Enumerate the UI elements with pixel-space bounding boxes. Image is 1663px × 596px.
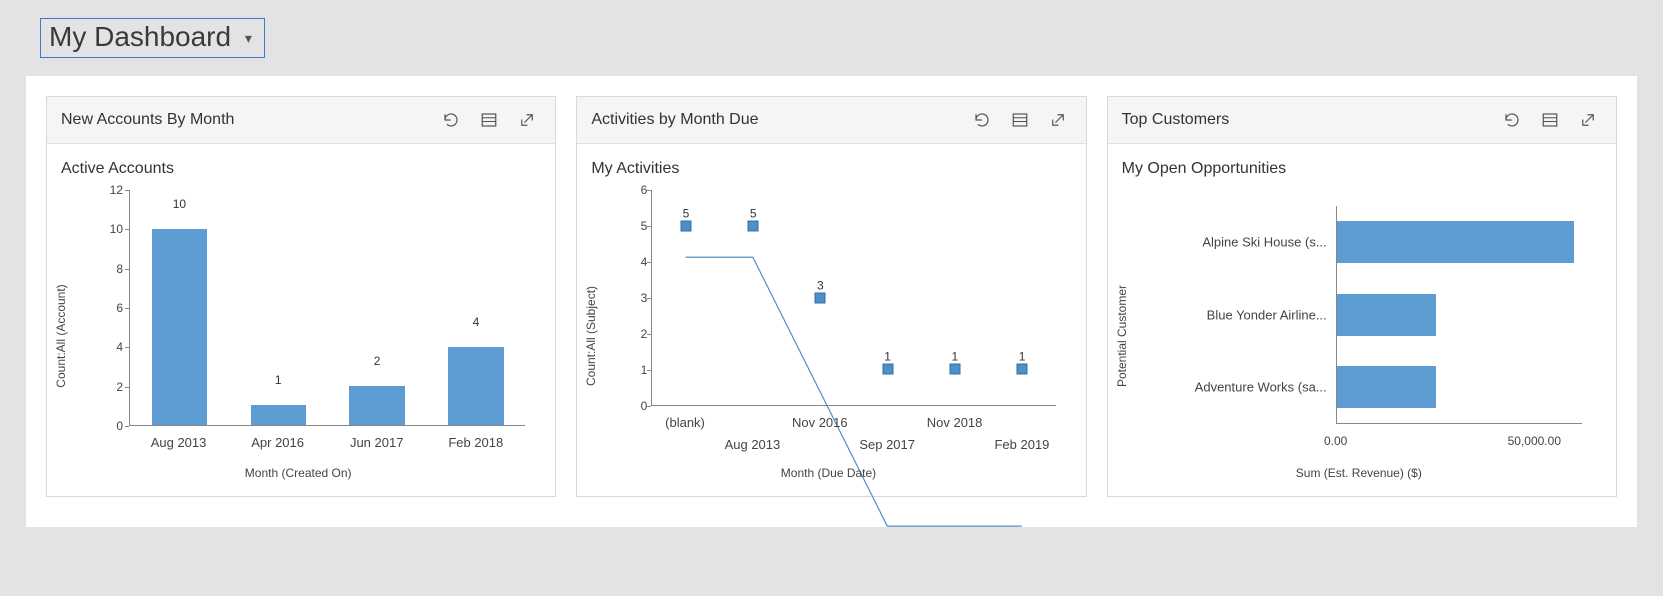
bar[interactable] (1337, 366, 1436, 408)
x-tick: Sep 2017 (859, 437, 915, 452)
bar[interactable] (448, 347, 503, 425)
line-series (652, 190, 1055, 593)
view-records-button[interactable] (1536, 106, 1564, 134)
bar[interactable] (152, 229, 207, 425)
x-tick: 50,000.00 (1508, 434, 1561, 448)
expand-button[interactable] (513, 106, 541, 134)
dashboard-selector[interactable]: My Dashboard ▾ (40, 18, 265, 58)
card-new-accounts: New Accounts By Month Active Accounts Co… (46, 96, 556, 497)
bar-chart-top-customers: Potential Customer Alpine Ski House (s..… (1126, 186, 1592, 486)
y-tick: 2 (631, 327, 647, 341)
records-icon (480, 111, 498, 129)
data-label: 10 (173, 197, 186, 211)
data-label: 3 (817, 278, 824, 292)
view-records-button[interactable] (475, 106, 503, 134)
data-point[interactable] (1017, 364, 1028, 375)
card-top-customers: Top Customers My Open Opportunities Pote… (1107, 96, 1617, 497)
x-tick: Feb 2018 (448, 435, 503, 450)
records-icon (1541, 111, 1559, 129)
y-tick: Blue Yonder Airline... (1207, 307, 1327, 322)
refresh-icon (442, 111, 460, 129)
y-tick: 2 (101, 380, 123, 394)
y-tick: Adventure Works (sa... (1195, 379, 1327, 394)
card-title: Top Customers (1122, 111, 1488, 129)
refresh-button[interactable] (1498, 106, 1526, 134)
refresh-icon (973, 111, 991, 129)
y-axis-label: Potential Customer (1115, 285, 1129, 387)
x-tick: Nov 2018 (927, 415, 983, 430)
data-point[interactable] (680, 220, 691, 231)
expand-icon (518, 111, 536, 129)
bar[interactable] (251, 405, 306, 425)
refresh-icon (1503, 111, 1521, 129)
x-tick: 0.00 (1324, 434, 1347, 448)
y-tick: 4 (631, 255, 647, 269)
dashboard-body: New Accounts By Month Active Accounts Co… (26, 76, 1637, 527)
x-tick: Aug 2013 (725, 437, 781, 452)
expand-button[interactable] (1044, 106, 1072, 134)
x-tick: (blank) (665, 415, 705, 430)
records-icon (1011, 111, 1029, 129)
y-tick: 0 (101, 419, 123, 433)
refresh-button[interactable] (437, 106, 465, 134)
y-tick: Alpine Ski House (s... (1202, 235, 1326, 250)
card-title: New Accounts By Month (61, 111, 427, 129)
data-label: 5 (750, 206, 757, 220)
x-axis-label: Month (Due Date) (595, 466, 1061, 480)
y-tick: 6 (631, 183, 647, 197)
x-tick: Apr 2016 (251, 435, 304, 450)
refresh-button[interactable] (968, 106, 996, 134)
data-label: 2 (374, 354, 381, 368)
x-tick: Aug 2013 (151, 435, 207, 450)
y-tick: 3 (631, 291, 647, 305)
data-point[interactable] (748, 220, 759, 231)
dashboard-title-label: My Dashboard (49, 21, 231, 52)
card-subtitle: My Activities (591, 160, 1071, 178)
card-header: Activities by Month Due (577, 97, 1085, 144)
y-tick: 1 (631, 363, 647, 377)
bar-chart-new-accounts: Count:All (Account) 10124 Month (Created… (65, 186, 531, 486)
expand-button[interactable] (1574, 106, 1602, 134)
y-tick: 5 (631, 219, 647, 233)
y-axis-label: Count:All (Account) (54, 284, 68, 387)
y-axis-label: Count:All (Subject) (584, 286, 598, 386)
data-label: 5 (683, 206, 690, 220)
data-label: 4 (473, 315, 480, 329)
data-point[interactable] (815, 292, 826, 303)
expand-icon (1049, 111, 1067, 129)
y-tick: 12 (101, 183, 123, 197)
y-tick: 10 (101, 222, 123, 236)
y-tick: 6 (101, 301, 123, 315)
data-label: 1 (275, 373, 282, 387)
y-tick: 0 (631, 399, 647, 413)
bar[interactable] (349, 386, 404, 425)
card-subtitle: Active Accounts (61, 160, 541, 178)
card-header: Top Customers (1108, 97, 1616, 144)
x-axis-label: Sum (Est. Revenue) ($) (1126, 466, 1592, 480)
view-records-button[interactable] (1006, 106, 1034, 134)
card-subtitle: My Open Opportunities (1122, 160, 1602, 178)
x-axis-label: Month (Created On) (65, 466, 531, 480)
card-activities: Activities by Month Due My Activities Co… (576, 96, 1086, 497)
card-header: New Accounts By Month (47, 97, 555, 144)
x-tick: Feb 2019 (994, 437, 1049, 452)
x-tick: Nov 2016 (792, 415, 848, 430)
y-tick: 4 (101, 340, 123, 354)
y-tick: 8 (101, 262, 123, 276)
data-point[interactable] (949, 364, 960, 375)
data-point[interactable] (882, 364, 893, 375)
bar[interactable] (1337, 221, 1574, 263)
data-label: 1 (951, 350, 958, 364)
chevron-down-icon: ▾ (245, 30, 252, 46)
data-label: 1 (884, 350, 891, 364)
line-chart-activities: Count:All (Subject) 553111 Month (Due Da… (595, 186, 1061, 486)
expand-icon (1579, 111, 1597, 129)
data-label: 1 (1019, 350, 1026, 364)
bar[interactable] (1337, 294, 1436, 336)
card-title: Activities by Month Due (591, 111, 957, 129)
x-tick: Jun 2017 (350, 435, 404, 450)
